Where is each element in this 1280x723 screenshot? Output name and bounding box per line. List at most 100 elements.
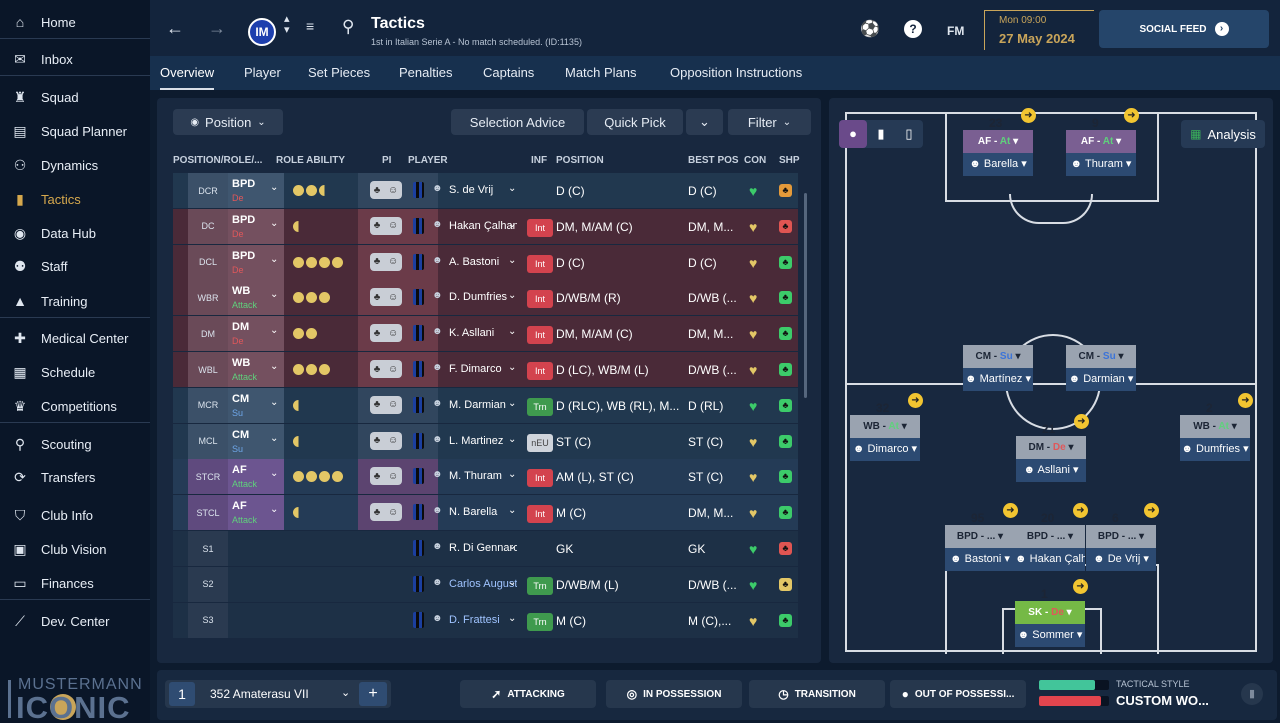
pitch-player-name[interactable]: ☻ Martínez ▾ [963,368,1033,391]
player-instructions-button[interactable]: ♣ ☺ [370,288,402,307]
table-row[interactable]: S1 ☻ R. Di Gennaro ⌄ GK GK ♥ ♣ [173,531,798,566]
sidebar-item-staff[interactable]: ⚉ Staff [0,250,150,282]
add-tactic-button[interactable]: + [359,682,387,706]
role-selector[interactable]: DM De ⌄ [228,316,284,352]
pitch-player-name[interactable]: ☻ Barella ▾ [963,153,1033,176]
column-header-5[interactable]: POSITION [556,155,604,166]
position-dropdown[interactable]: ◉ Position ⌄ [173,109,283,135]
club-crest-icon[interactable]: IM [248,18,276,46]
table-row[interactable]: DCBPDDe⌄♣☺☻Hakan Çalhan...⌄IntDM, M/AM (… [173,208,798,244]
pitch-view-switcher[interactable]: ● ▮ ▯ [839,120,923,148]
player-view-icon[interactable]: ● [839,120,867,148]
sidebar-item-squad[interactable]: ♜ Squad [0,81,150,113]
selection-advice-button[interactable]: Selection Advice [451,109,584,135]
instruction-arrow-icon[interactable]: ➜ [1073,503,1088,518]
pitch-role-label[interactable]: BPD - ... ▾ [1015,525,1085,548]
pitch-player-name[interactable]: ☻ Dimarco ▾ [850,438,920,461]
pitch-player-name[interactable]: ☻ Sommer ▾ [1015,624,1085,647]
pitch-role-label[interactable]: CM - Su ▾ [1066,345,1136,368]
social-feed-button[interactable]: SOCIAL FEED › [1099,10,1269,48]
pitch-role-label[interactable]: DM - De ▾ [1016,436,1086,459]
tab-penalties[interactable]: Penalties [399,56,452,90]
player-name[interactable]: K. Asllani [449,327,517,339]
table-row[interactable]: STCR AF Attack ⌄ ♣ ☺ ☻ M. Thuram ⌄ Int AM (L), ST … [173,459,798,495]
pitch-role-label[interactable]: BPD - ... ▾ [1086,525,1156,548]
sidebar-item-home[interactable]: ⌂ Home [0,6,150,38]
player-instructions-button[interactable]: ♣ ☺ [370,252,402,271]
pitch-player-name[interactable]: ☻ Bastoni ▾ [945,548,1015,571]
club-switch-icon[interactable]: ▴ ▾ [284,14,290,36]
instruction-arrow-icon[interactable]: ➜ [1074,414,1089,429]
pitch-player-name[interactable]: ☻ Asllani ▾ [1016,459,1086,482]
filter-button[interactable]: Filter ⌄ [728,109,811,135]
player-name[interactable]: Carlos Augusto [449,578,517,590]
instruction-arrow-icon[interactable]: ➜ [1021,108,1036,123]
sidebar-item-training[interactable]: ▲ Training [0,285,150,317]
role-selector[interactable]: CM Su ⌄ [228,387,284,423]
player-name[interactable]: D. Frattesi [449,614,517,626]
ball-icon[interactable]: ⚽ [860,19,880,39]
player-instructions-button[interactable]: ♣ ☺ [370,467,402,486]
pitch-player-card[interactable]: AF - At ▾ ☻ Barella ▾ [963,130,1033,176]
tab-captains[interactable]: Captains [483,56,534,90]
column-header-4[interactable]: INF [531,155,547,166]
fm-logo-icon[interactable]: FM [947,24,964,38]
table-row[interactable]: S3 ☻ D. Frattesi ⌄ Trn M (C) M (C),... ♥ ♣ [173,602,798,638]
pitch-player-card[interactable]: DM - De ▾ ☻ Asllani ▾ [1016,436,1086,482]
info-card-icon[interactable]: ▯ [895,120,923,148]
role-selector[interactable]: BPD De ⌄ [228,208,284,244]
player-instructions-button[interactable]: ♣ ☺ [370,431,402,450]
pitch-player-card[interactable]: BPD - ... ▾ ☻ De Vrij ▾ [1086,525,1156,571]
role-selector[interactable]: BPD De ⌄ [228,244,284,280]
sidebar-item-club-vision[interactable]: ▣ Club Vision [0,533,150,565]
sidebar-item-club-info[interactable]: ⛉ Club Info [0,499,150,531]
phase-button-3[interactable]: ● OUT OF POSSESSI... [890,680,1026,708]
pitch-player-name[interactable]: ☻ Darmian ▾ [1066,368,1136,391]
table-row[interactable]: MCR CM Su ⌄ ♣ ☺ ☻ M. Darmian ⌄ Trn D (RLC), WB (RL… [173,387,798,423]
player-name[interactable]: L. Martinez [449,435,517,447]
tab-player[interactable]: Player [244,56,281,90]
phase-button-1[interactable]: ◎ IN POSSESSION [606,680,742,708]
table-row[interactable]: WBR WB Attack ⌄ ♣ ☺ ☻ D. Dumfries ⌄ Int D/WB/M (R)… [173,280,798,316]
table-row[interactable]: DCR BPD De ⌄ ♣ ☺ ☻ S. de Vrij ⌄ D (C) D (C) ♥ ♣ [173,173,798,208]
player-name[interactable]: R. Di Gennaro [449,542,517,554]
table-row[interactable]: MCL CM Su ⌄ ♣ ☺ ☻ L. Martinez ⌄ nEU ST (C) ST (C) ♥ ♣ [173,423,798,459]
column-header-0[interactable]: POSITION/ROLE/... [173,155,262,166]
pitch-player-card[interactable]: SK - De ▾ ☻ Sommer ▾ [1015,601,1085,647]
player-instructions-button[interactable]: ♣ ☺ [370,181,402,199]
pitch-player-card[interactable]: BPD - ... ▾☻ Hakan Çalh.. ▾ [1015,525,1085,571]
player-name[interactable]: Hakan Çalhan... [449,220,517,232]
sidebar-item-medical-center[interactable]: ✚ Medical Center [0,322,150,354]
player-instructions-button[interactable]: ♣ ☺ [370,395,402,414]
pitch-player-card[interactable]: WB - At ▾ ☻ Dimarco ▾ [850,415,920,461]
sidebar-item-squad-planner[interactable]: ▤ Squad Planner [0,115,150,147]
instruction-arrow-icon[interactable]: ➜ [1003,503,1018,518]
sidebar-item-scouting[interactable]: ⚲ Scouting [0,428,150,460]
role-selector[interactable]: CM Su ⌄ [228,423,284,459]
sidebar-item-schedule[interactable]: ▦ Schedule [0,356,150,388]
table-row[interactable]: STCL AF Attack ⌄ ♣ ☺ ☻ N. Barella ⌄ Int M (C) DM, M… [173,495,798,531]
quick-pick-menu-button[interactable]: ⌄ [686,109,723,135]
role-selector[interactable]: WB Attack ⌄ [228,280,284,316]
player-name[interactable]: S. de Vrij [449,184,517,196]
pitch-role-label[interactable]: SK - De ▾ [1015,601,1085,624]
sidebar-item-inbox[interactable]: ✉ Inbox [0,43,150,75]
analysis-button[interactable]: ▦ Analysis [1181,120,1265,148]
column-header-3[interactable]: PLAYER [408,155,448,166]
menu-icon[interactable]: ≡ [306,18,314,34]
pitch-player-name[interactable]: ☻ Thuram ▾ [1066,153,1136,176]
forward-arrow-icon[interactable]: → [208,18,226,39]
tab-set-pieces[interactable]: Set Pieces [308,56,370,90]
instruction-arrow-icon[interactable]: ➜ [908,393,923,408]
search-icon[interactable]: ⚲ [342,17,354,37]
column-header-2[interactable]: PI [382,155,391,166]
player-instructions-button[interactable]: ♣ ☺ [370,324,402,343]
sidebar-item-competitions[interactable]: ♛ Competitions [0,390,150,422]
player-instructions-button[interactable]: ♣ ☺ [370,503,402,522]
player-name[interactable]: M. Darmian [449,399,517,411]
instruction-arrow-icon[interactable]: ➜ [1238,393,1253,408]
sidebar-item-finances[interactable]: ▭ Finances [0,567,150,599]
phase-button-0[interactable]: ➚ ATTACKING [460,680,596,708]
pitch-player-card[interactable]: WB - At ▾ ☻ Dumfries ▾ [1180,415,1250,461]
pitch-player-card[interactable]: CM - Su ▾ ☻ Martínez ▾ [963,345,1033,391]
